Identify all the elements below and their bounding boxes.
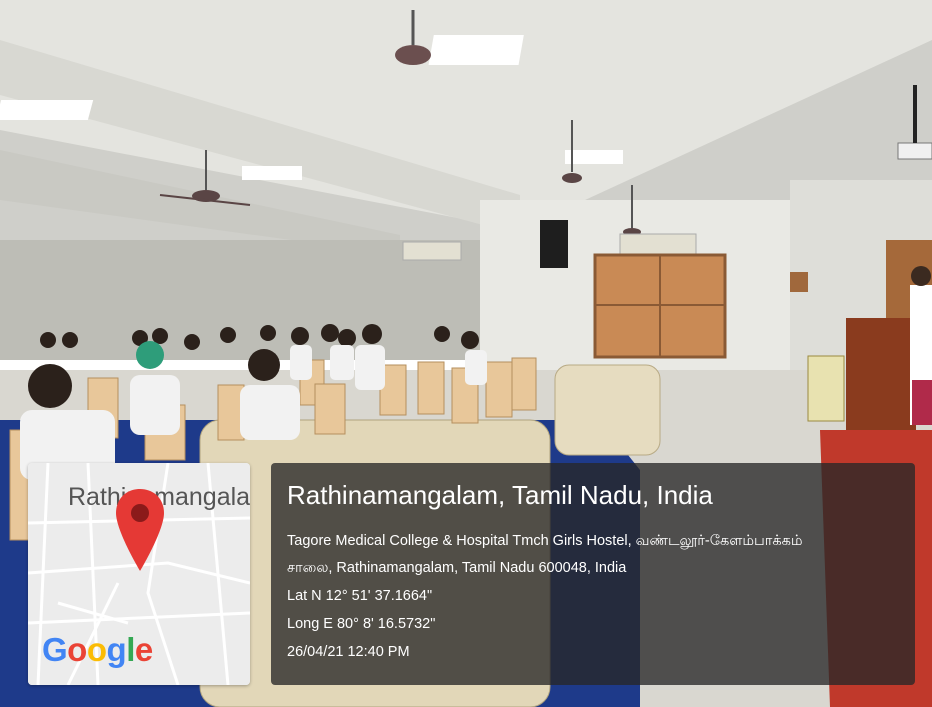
sofa xyxy=(554,364,661,456)
google-logo-letter: G xyxy=(42,631,68,668)
air-conditioner xyxy=(619,233,697,255)
ceiling-light xyxy=(428,35,524,65)
ceiling-light xyxy=(565,150,623,164)
google-logo-letter: e xyxy=(134,631,153,668)
address-line-2: சாலை, Rathinamangalam, Tamil Nadu 600048… xyxy=(287,560,627,576)
ceiling-light xyxy=(242,166,302,180)
surgical-cap xyxy=(136,341,164,369)
google-logo-letter: g xyxy=(106,631,127,668)
timestamp: 26/04/21 12:40 PM xyxy=(287,644,410,660)
google-logo: Google xyxy=(42,631,153,669)
projector xyxy=(897,142,932,160)
address-line-1: Tagore Medical College & Hospital Tmch G… xyxy=(287,533,803,549)
air-conditioner xyxy=(402,241,462,261)
location-title: Rathinamangalam, Tamil Nadu, India xyxy=(287,480,713,510)
longitude: Long E 80° 8' 16.5732" xyxy=(287,616,436,632)
latitude: Lat N 12° 51' 37.1664" xyxy=(287,588,433,604)
google-logo-letter: l xyxy=(126,631,135,668)
google-logo-letter: o xyxy=(86,631,107,668)
google-logo-letter: o xyxy=(67,631,87,668)
location-pin-icon xyxy=(116,489,164,571)
wall-speaker xyxy=(540,220,568,268)
ceiling-light xyxy=(0,100,94,120)
map-thumbnail: Rathinamangalam Google xyxy=(28,463,250,685)
location-info-card: Rathinamangalam, Tamil Nadu, India Tagor… xyxy=(271,463,915,685)
photo-frame: Rathinamangalam Google Rathinamangalam, … xyxy=(0,0,932,707)
google-logo-text: Google xyxy=(42,631,153,668)
podium xyxy=(846,318,916,430)
